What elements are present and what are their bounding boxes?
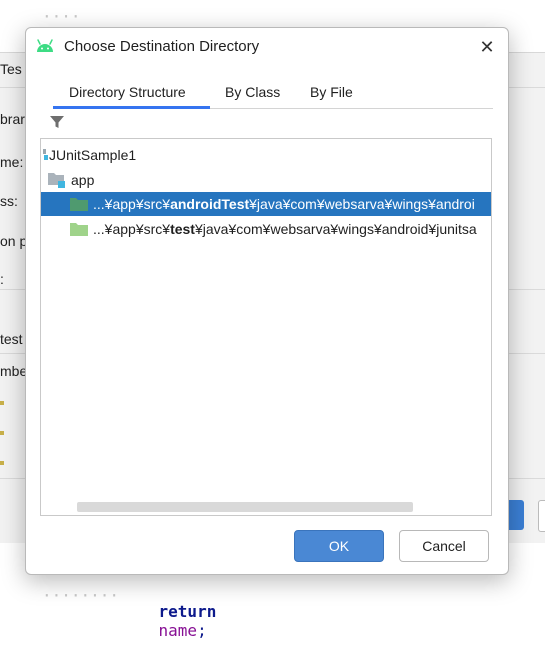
bg-label: on p <box>0 233 28 249</box>
tree-row-module[interactable]: app <box>41 168 491 192</box>
bg-label: : <box>0 271 4 287</box>
tab-directory-structure[interactable]: Directory Structure <box>69 84 186 100</box>
tab-by-file[interactable]: By File <box>310 84 353 100</box>
dialog-title: Choose Destination Directory <box>64 38 260 55</box>
module-folder-icon <box>48 173 65 188</box>
horizontal-scrollbar[interactable] <box>77 502 413 512</box>
path-prefix: ...¥app¥src¥ <box>93 196 171 212</box>
tree-row-test[interactable]: ...¥app¥src¥test¥java¥com¥websarva¥wings… <box>41 217 491 241</box>
folder-icon <box>70 223 88 236</box>
keyword-return: return <box>158 602 217 621</box>
path-prefix: ...¥app¥src¥ <box>93 221 171 237</box>
ok-button[interactable]: OK <box>294 530 384 562</box>
android-icon <box>37 39 53 52</box>
path-suffix: ¥java¥com¥websarva¥wings¥android¥junitsa <box>194 221 477 237</box>
editor-code-line-bottom: ········ return name; <box>42 586 217 640</box>
path-source-set: androidTest <box>170 196 250 212</box>
directory-tree[interactable]: JUnitSample1 app ...¥app¥src¥androidTest… <box>40 138 492 516</box>
bg-label: me: <box>0 154 24 170</box>
bg-label: ss: <box>0 193 18 209</box>
bg-label: test <box>0 331 23 347</box>
code-terminator: ; <box>197 621 207 640</box>
editor-code-line-top: ···· private int id; <box>0 4 545 82</box>
tree-row-android-test[interactable]: ...¥app¥src¥androidTest¥java¥com¥websarv… <box>41 192 491 216</box>
bg-label: brar <box>0 111 25 127</box>
identifier-name: name <box>158 621 198 640</box>
tab-by-class[interactable]: By Class <box>225 84 280 100</box>
dialog-titlebar[interactable]: Choose Destination Directory ✕ <box>26 28 508 66</box>
path-source-set: test <box>170 221 195 237</box>
tree-module-label: app <box>71 172 95 188</box>
tree-row-root[interactable]: JUnitSample1 <box>41 143 491 167</box>
filter-icon[interactable] <box>49 114 65 130</box>
tab-bar: Directory Structure By Class By File <box>53 76 493 109</box>
bg-label: mbe <box>0 363 28 379</box>
bg-label: Tes <box>0 61 22 77</box>
choose-destination-directory-dialog: Choose Destination Directory ✕ Directory… <box>25 27 509 575</box>
active-tab-indicator <box>53 106 210 109</box>
background-cancel-button <box>538 500 545 532</box>
folder-icon <box>70 198 88 211</box>
cancel-button[interactable]: Cancel <box>399 530 489 562</box>
path-suffix: ¥java¥com¥websarva¥wings¥androi <box>249 196 475 212</box>
tree-root-label: JUnitSample1 <box>49 147 137 163</box>
close-icon[interactable]: ✕ <box>474 34 500 60</box>
